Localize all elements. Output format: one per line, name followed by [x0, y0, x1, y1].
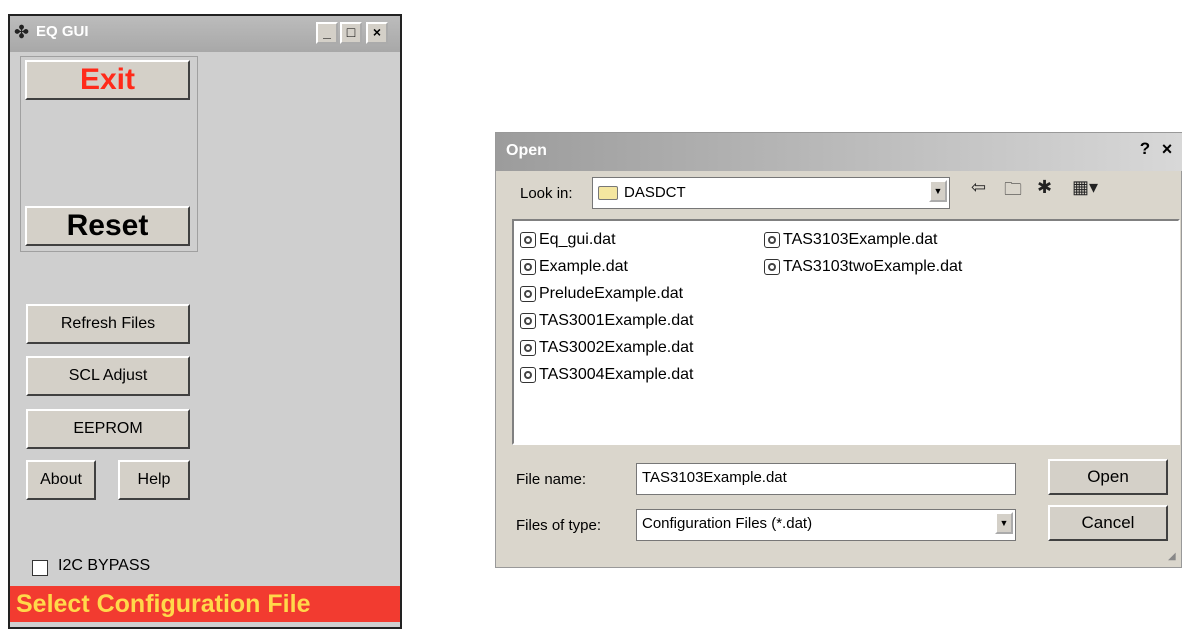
- cancel-button-label: Cancel: [1081, 513, 1135, 532]
- file-name: PreludeExample.dat: [539, 285, 684, 302]
- open-dialog-title: Open: [506, 142, 547, 159]
- list-item[interactable]: TAS3103twoExample.dat: [764, 258, 962, 276]
- close-icon: ×: [1161, 139, 1173, 159]
- close-button[interactable]: ×: [366, 22, 388, 44]
- file-name: TAS3103twoExample.dat: [783, 258, 963, 275]
- list-item[interactable]: TAS3001Example.dat: [520, 312, 693, 330]
- reset-button[interactable]: Reset: [25, 206, 190, 246]
- maximize-icon: □: [346, 24, 356, 40]
- list-item[interactable]: TAS3004Example.dat: [520, 366, 693, 384]
- file-name-input[interactable]: TAS3103Example.dat: [636, 463, 1016, 495]
- eq-gui-window: ✤ EQ GUI _ □ × Exit Reset Refresh Files …: [8, 14, 402, 629]
- close-icon: ×: [372, 24, 382, 40]
- list-item[interactable]: TAS3103Example.dat: [764, 231, 937, 249]
- resize-grip-icon[interactable]: ◢: [1168, 551, 1176, 562]
- view-menu-icon[interactable]: ▦▾: [1072, 177, 1098, 198]
- file-icon: [520, 367, 536, 383]
- up-folder-icon[interactable]: 🗀: [1004, 177, 1022, 207]
- file-name: TAS3001Example.dat: [539, 312, 694, 329]
- help-title-button[interactable]: ?: [1134, 139, 1156, 163]
- file-name: TAS3002Example.dat: [539, 339, 694, 356]
- maximize-button[interactable]: □: [340, 22, 362, 44]
- chevron-down-icon[interactable]: ▼: [929, 180, 947, 202]
- files-of-type-dropdown[interactable]: Configuration Files (*.dat) ▼: [636, 509, 1016, 541]
- question-icon: ?: [1139, 139, 1151, 158]
- file-name: Eq_gui.dat: [539, 231, 616, 248]
- chevron-down-icon[interactable]: ▼: [995, 512, 1013, 534]
- status-banner: Select Configuration File: [10, 586, 400, 622]
- open-button[interactable]: Open: [1048, 459, 1168, 495]
- look-in-label: Look in:: [520, 185, 573, 202]
- app-logo-icon: ✤: [14, 22, 30, 42]
- new-folder-icon[interactable]: ✱: [1037, 177, 1052, 198]
- about-button[interactable]: About: [26, 460, 96, 500]
- files-of-type-label: Files of type:: [516, 517, 602, 534]
- file-icon: [520, 259, 536, 275]
- list-item[interactable]: Example.dat: [520, 258, 628, 276]
- file-name: TAS3004Example.dat: [539, 366, 694, 383]
- file-icon: [520, 313, 536, 329]
- eq-gui-title: EQ GUI: [36, 23, 89, 40]
- list-item[interactable]: PreludeExample.dat: [520, 285, 683, 303]
- file-name: TAS3103Example.dat: [783, 231, 938, 248]
- files-of-type-value: Configuration Files (*.dat): [642, 515, 813, 532]
- eeprom-button[interactable]: EEPROM: [26, 409, 190, 449]
- file-name-label: File name:: [516, 471, 587, 488]
- exit-button[interactable]: Exit: [25, 60, 190, 100]
- cancel-button[interactable]: Cancel: [1048, 505, 1168, 541]
- list-item[interactable]: TAS3002Example.dat: [520, 339, 693, 357]
- list-item[interactable]: Eq_gui.dat: [520, 231, 616, 249]
- refresh-files-button[interactable]: Refresh Files: [26, 304, 190, 344]
- file-icon: [764, 232, 780, 248]
- file-icon: [520, 286, 536, 302]
- i2c-bypass-label: I2C BYPASS: [58, 557, 151, 574]
- file-name: Example.dat: [539, 258, 628, 275]
- file-icon: [520, 232, 536, 248]
- file-icon: [764, 259, 780, 275]
- file-icon: [520, 340, 536, 356]
- dialog-close-button[interactable]: ×: [1156, 139, 1178, 163]
- i2c-bypass-checkbox[interactable]: [32, 560, 48, 576]
- folder-icon: [598, 186, 618, 201]
- scl-adjust-button[interactable]: SCL Adjust: [26, 356, 190, 396]
- help-button[interactable]: Help: [118, 460, 190, 500]
- eq-gui-titlebar[interactable]: ✤ EQ GUI _ □ ×: [10, 16, 400, 52]
- look-in-dropdown[interactable]: DASDCT ▼: [592, 177, 950, 209]
- back-arrow-icon[interactable]: ⇦: [971, 177, 986, 198]
- open-dialog-titlebar[interactable]: Open ? ×: [496, 133, 1182, 171]
- open-button-label: Open: [1087, 467, 1129, 486]
- look-in-value: DASDCT: [624, 184, 686, 201]
- open-file-dialog: Open ? × Look in: DASDCT ▼ ⇦ 🗀 ✱ ▦▾ Eq_g…: [495, 132, 1182, 568]
- minimize-button[interactable]: _: [316, 22, 338, 44]
- file-list[interactable]: Eq_gui.dat Example.dat PreludeExample.da…: [512, 219, 1180, 445]
- minimize-icon: _: [323, 24, 331, 40]
